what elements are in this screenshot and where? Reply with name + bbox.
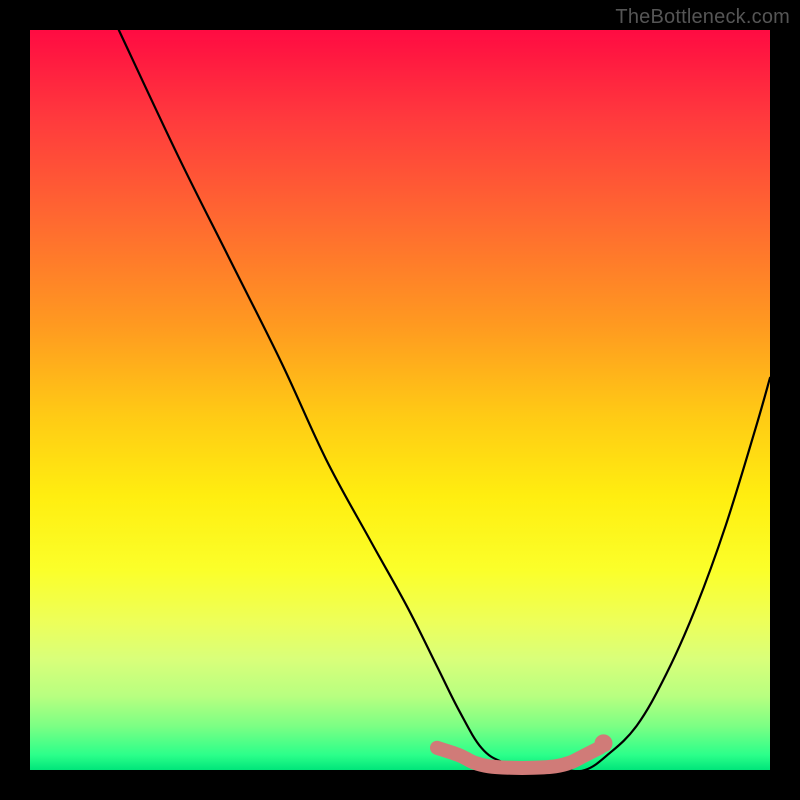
- plot-area: [30, 30, 770, 770]
- bottleneck-curve-path: [119, 30, 770, 771]
- valley-highlight-path: [437, 748, 600, 768]
- valley-highlight-dot: [595, 734, 613, 752]
- watermark-text: TheBottleneck.com: [615, 6, 790, 29]
- chart-frame: TheBottleneck.com: [0, 0, 800, 800]
- curve-layer: [30, 30, 770, 770]
